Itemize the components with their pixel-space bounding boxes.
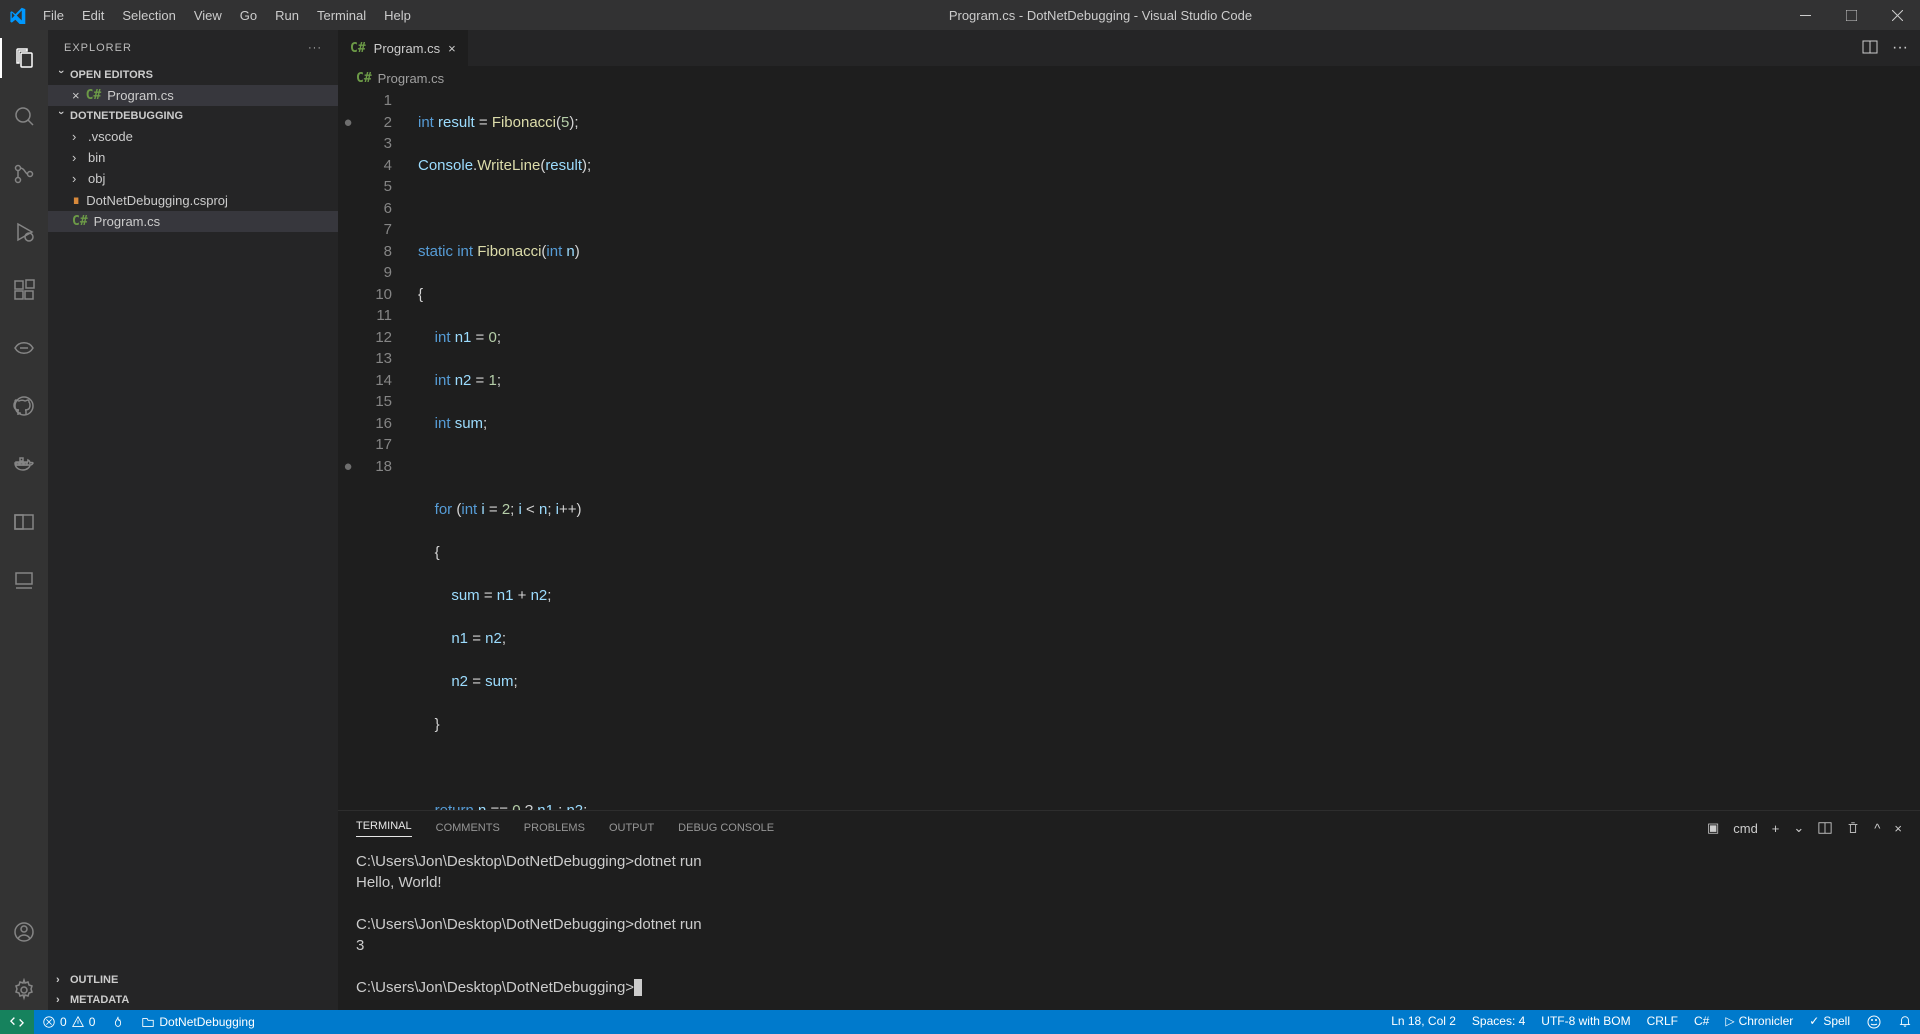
menu-selection[interactable]: Selection: [114, 4, 183, 27]
status-flame-icon[interactable]: [103, 1010, 133, 1034]
csharp-file-icon: C#: [350, 41, 366, 56]
docker-icon[interactable]: [0, 444, 48, 484]
tab-label: Program.cs: [374, 41, 440, 56]
source-control-icon[interactable]: [0, 154, 48, 194]
project-icon[interactable]: [0, 502, 48, 542]
tab-comments[interactable]: COMMENTS: [436, 822, 500, 834]
status-bell-icon[interactable]: [1890, 1014, 1920, 1028]
open-editor-item[interactable]: × C# Program.cs: [48, 85, 338, 106]
code-editor[interactable]: ●● 123456789101112131415161718 int resul…: [338, 90, 1920, 810]
breadcrumb[interactable]: C# Program.cs: [338, 66, 1920, 90]
trash-icon[interactable]: [1846, 821, 1860, 835]
tab-output[interactable]: OUTPUT: [609, 822, 654, 834]
folder-bin[interactable]: bin: [48, 147, 338, 168]
outline-header[interactable]: OUTLINE: [48, 970, 338, 990]
explorer-sidebar: EXPLORER ··· OPEN EDITORS × C# Program.c…: [48, 30, 338, 1010]
account-icon[interactable]: [0, 912, 48, 952]
settings-gear-icon[interactable]: [0, 970, 48, 1010]
folder-vscode[interactable]: .vscode: [48, 126, 338, 147]
status-eol[interactable]: CRLF: [1639, 1014, 1686, 1028]
terminal-shell-icon[interactable]: ▣: [1707, 820, 1719, 836]
split-editor-icon[interactable]: [1862, 39, 1878, 57]
split-terminal-icon[interactable]: [1818, 821, 1832, 835]
tab-terminal[interactable]: TERMINAL: [356, 820, 412, 837]
vscode-logo-icon: [0, 7, 35, 24]
code-content[interactable]: int result = Fibonacci(5); Console.Write…: [392, 90, 1920, 810]
gitlens-icon[interactable]: [0, 328, 48, 368]
terminal-shell-name[interactable]: cmd: [1733, 821, 1758, 836]
menu-edit[interactable]: Edit: [74, 4, 112, 27]
menu-bar: File Edit Selection View Go Run Terminal…: [35, 4, 419, 27]
tab-problems[interactable]: PROBLEMS: [524, 822, 585, 834]
menu-run[interactable]: Run: [267, 4, 307, 27]
editor-tabs: C# Program.cs × ···: [338, 30, 1920, 66]
status-encoding[interactable]: UTF-8 with BOM: [1533, 1014, 1638, 1028]
line-numbers: 123456789101112131415161718: [358, 90, 392, 810]
menu-go[interactable]: Go: [232, 4, 265, 27]
status-bar: 0 0 DotNetDebugging Ln 18, Col 2 Spaces:…: [0, 1010, 1920, 1034]
remote-indicator[interactable]: [0, 1010, 34, 1034]
status-language[interactable]: C#: [1686, 1014, 1717, 1028]
status-spaces[interactable]: Spaces: 4: [1464, 1014, 1533, 1028]
maximize-button[interactable]: [1828, 0, 1874, 30]
terminal-dropdown-icon[interactable]: ⌄: [1793, 820, 1804, 836]
explorer-icon[interactable]: [0, 38, 48, 78]
extensions-icon[interactable]: [0, 270, 48, 310]
menu-file[interactable]: File: [35, 4, 72, 27]
close-tab-icon[interactable]: ×: [448, 41, 456, 56]
open-editor-name: Program.cs: [107, 88, 173, 103]
bottom-panel: TERMINAL COMMENTS PROBLEMS OUTPUT DEBUG …: [338, 810, 1920, 1010]
errors-warnings[interactable]: 0 0: [34, 1010, 103, 1034]
minimize-button[interactable]: [1782, 0, 1828, 30]
csproj-file-icon: ∎: [72, 192, 80, 208]
search-icon[interactable]: [0, 96, 48, 136]
csharp-file-icon: C#: [356, 71, 372, 86]
window-title: Program.cs - DotNetDebugging - Visual St…: [419, 8, 1782, 23]
file-csproj[interactable]: ∎DotNetDebugging.csproj: [48, 189, 338, 211]
editor-tab-program[interactable]: C# Program.cs ×: [338, 30, 469, 66]
close-button[interactable]: [1874, 0, 1920, 30]
explorer-more-icon[interactable]: ···: [308, 42, 322, 54]
maximize-panel-icon[interactable]: ^: [1874, 821, 1880, 836]
breadcrumb-file: Program.cs: [378, 71, 444, 86]
close-icon[interactable]: ×: [72, 88, 80, 103]
tab-debug-console[interactable]: DEBUG CONSOLE: [678, 822, 774, 834]
status-spell[interactable]: ✓ Spell: [1801, 1014, 1858, 1028]
title-bar: File Edit Selection View Go Run Terminal…: [0, 0, 1920, 30]
status-feedback-icon[interactable]: [1858, 1014, 1890, 1030]
activity-bar: [0, 30, 48, 1010]
status-line-col[interactable]: Ln 18, Col 2: [1383, 1014, 1464, 1028]
menu-help[interactable]: Help: [376, 4, 419, 27]
folder-obj[interactable]: obj: [48, 168, 338, 189]
close-panel-icon[interactable]: ×: [1894, 821, 1902, 836]
csharp-file-icon: C#: [72, 214, 88, 229]
metadata-header[interactable]: METADATA: [48, 990, 338, 1010]
remote-icon[interactable]: [0, 560, 48, 600]
terminal-output[interactable]: C:\Users\Jon\Desktop\DotNetDebugging>dot…: [338, 845, 1920, 1010]
editor-area: C# Program.cs × ··· C# Program.cs ●● 123…: [338, 30, 1920, 1010]
explorer-title: EXPLORER: [64, 42, 132, 54]
csharp-file-icon: C#: [86, 88, 102, 103]
run-debug-icon[interactable]: [0, 212, 48, 252]
gutter: ●●: [338, 90, 358, 810]
terminal-cursor: [634, 979, 642, 996]
project-header[interactable]: DOTNETDEBUGGING: [48, 106, 338, 126]
open-editors-header[interactable]: OPEN EDITORS: [48, 65, 338, 85]
status-project[interactable]: DotNetDebugging: [133, 1010, 262, 1034]
status-chronicler[interactable]: ▷ Chronicler: [1717, 1014, 1801, 1028]
menu-view[interactable]: View: [186, 4, 230, 27]
github-icon[interactable]: [0, 386, 48, 426]
menu-terminal[interactable]: Terminal: [309, 4, 374, 27]
file-program[interactable]: C#Program.cs: [48, 211, 338, 232]
more-actions-icon[interactable]: ···: [1892, 39, 1908, 57]
new-terminal-icon[interactable]: +: [1772, 821, 1780, 836]
